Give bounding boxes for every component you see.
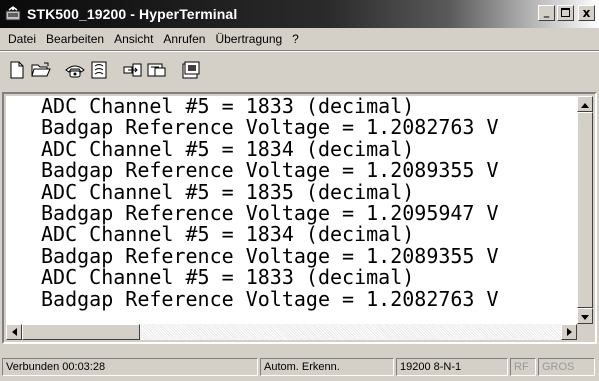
scroll-down-button[interactable]: [577, 308, 593, 324]
status-bar: Verbunden 00:03:28 Autom. Erkenn. 19200 …: [0, 355, 599, 379]
call-button[interactable]: [64, 61, 86, 83]
arrow-right-icon: [566, 323, 572, 341]
minimize-icon: _: [543, 4, 550, 18]
properties-icon: [182, 61, 200, 84]
menu-divider: [0, 50, 599, 52]
title-bar[interactable]: STK500_19200 - HyperTerminal _ x: [0, 0, 599, 28]
scroll-right-button[interactable]: [561, 324, 577, 340]
terminal-line: ADC Channel #5 = 1834 (decimal): [41, 222, 415, 247]
scroll-up-button[interactable]: [577, 96, 593, 112]
call-icon: [64, 62, 86, 83]
scrollbar-corner: [577, 324, 593, 340]
hyperterminal-icon[interactable]: [4, 5, 22, 23]
disconnect-button[interactable]: [88, 61, 110, 83]
menu-help[interactable]: ?: [288, 32, 303, 46]
properties-call-icon: [90, 61, 108, 84]
terminal-line: Badgap Reference Voltage = 1.2089355 V: [41, 158, 499, 183]
terminal-line: Badgap Reference Voltage = 1.2089355 V: [41, 243, 499, 268]
receive-file-button[interactable]: [146, 61, 168, 83]
window-title: STK500_19200 - HyperTerminal: [27, 6, 238, 22]
status-port-settings: 19200 8-N-1: [396, 358, 508, 376]
menu-anrufen[interactable]: Anrufen: [159, 32, 209, 46]
scroll-left-button[interactable]: [6, 324, 22, 340]
send-file-button[interactable]: [122, 61, 144, 83]
horizontal-scrollbar[interactable]: [6, 324, 577, 340]
send-icon: [123, 62, 143, 83]
close-icon: x: [582, 6, 591, 20]
menu-datei[interactable]: Datei: [4, 32, 40, 46]
open-folder-icon: [31, 62, 51, 83]
menu-ansicht[interactable]: Ansicht: [110, 32, 157, 46]
toolbar: [0, 53, 599, 91]
terminal-line: ADC Channel #5 = 1835 (decimal): [41, 179, 415, 204]
new-button[interactable]: [6, 61, 28, 83]
menu-uebertragung[interactable]: Übertragung: [211, 32, 286, 46]
maximize-button[interactable]: [557, 5, 574, 21]
horizontal-scroll-thumb[interactable]: [22, 324, 140, 340]
menu-bearbeiten[interactable]: Bearbeiten: [42, 32, 108, 46]
maximize-icon: [561, 7, 570, 19]
terminal-output[interactable]: ADC Channel #5 = 1833 (decimal) Badgap Re…: [6, 96, 577, 324]
arrow-down-icon: [581, 307, 589, 325]
arrow-left-icon: [11, 323, 17, 341]
status-rf: RF: [510, 358, 536, 376]
hyperterminal-window: STK500_19200 - HyperTerminal _ x Datei B…: [0, 0, 599, 381]
terminal-lines: ADC Channel #5 = 1833 (decimal) Badgap Re…: [6, 96, 577, 310]
terminal-frame: ADC Channel #5 = 1833 (decimal) Badgap Re…: [2, 92, 597, 344]
vertical-scroll-thumb[interactable]: [577, 112, 593, 308]
minimize-button[interactable]: _: [538, 5, 555, 21]
terminal-line: Badgap Reference Voltage = 1.2082763 V: [41, 286, 499, 311]
status-detect: Autom. Erkenn.: [260, 358, 394, 376]
menu-bar: Datei Bearbeiten Ansicht Anrufen Übertra…: [0, 28, 599, 50]
status-connection-time: Verbunden 00:03:28: [2, 358, 258, 376]
vertical-scrollbar[interactable]: [577, 96, 593, 324]
terminal-line: ADC Channel #5 = 1833 (decimal): [41, 265, 415, 290]
close-button[interactable]: x: [578, 5, 595, 21]
terminal-line: Badgap Reference Voltage = 1.2082763 V: [41, 115, 499, 140]
receive-icon: [147, 62, 167, 83]
terminal-line: ADC Channel #5 = 1833 (decimal): [41, 96, 415, 118]
arrow-up-icon: [581, 95, 589, 113]
terminal-line: ADC Channel #5 = 1834 (decimal): [41, 136, 415, 161]
new-icon: [9, 61, 25, 84]
open-button[interactable]: [30, 61, 52, 83]
terminal-line: Badgap Reference Voltage = 1.2095947 V: [41, 200, 499, 225]
properties-button[interactable]: [180, 61, 202, 83]
status-caps: GROS: [538, 358, 595, 376]
